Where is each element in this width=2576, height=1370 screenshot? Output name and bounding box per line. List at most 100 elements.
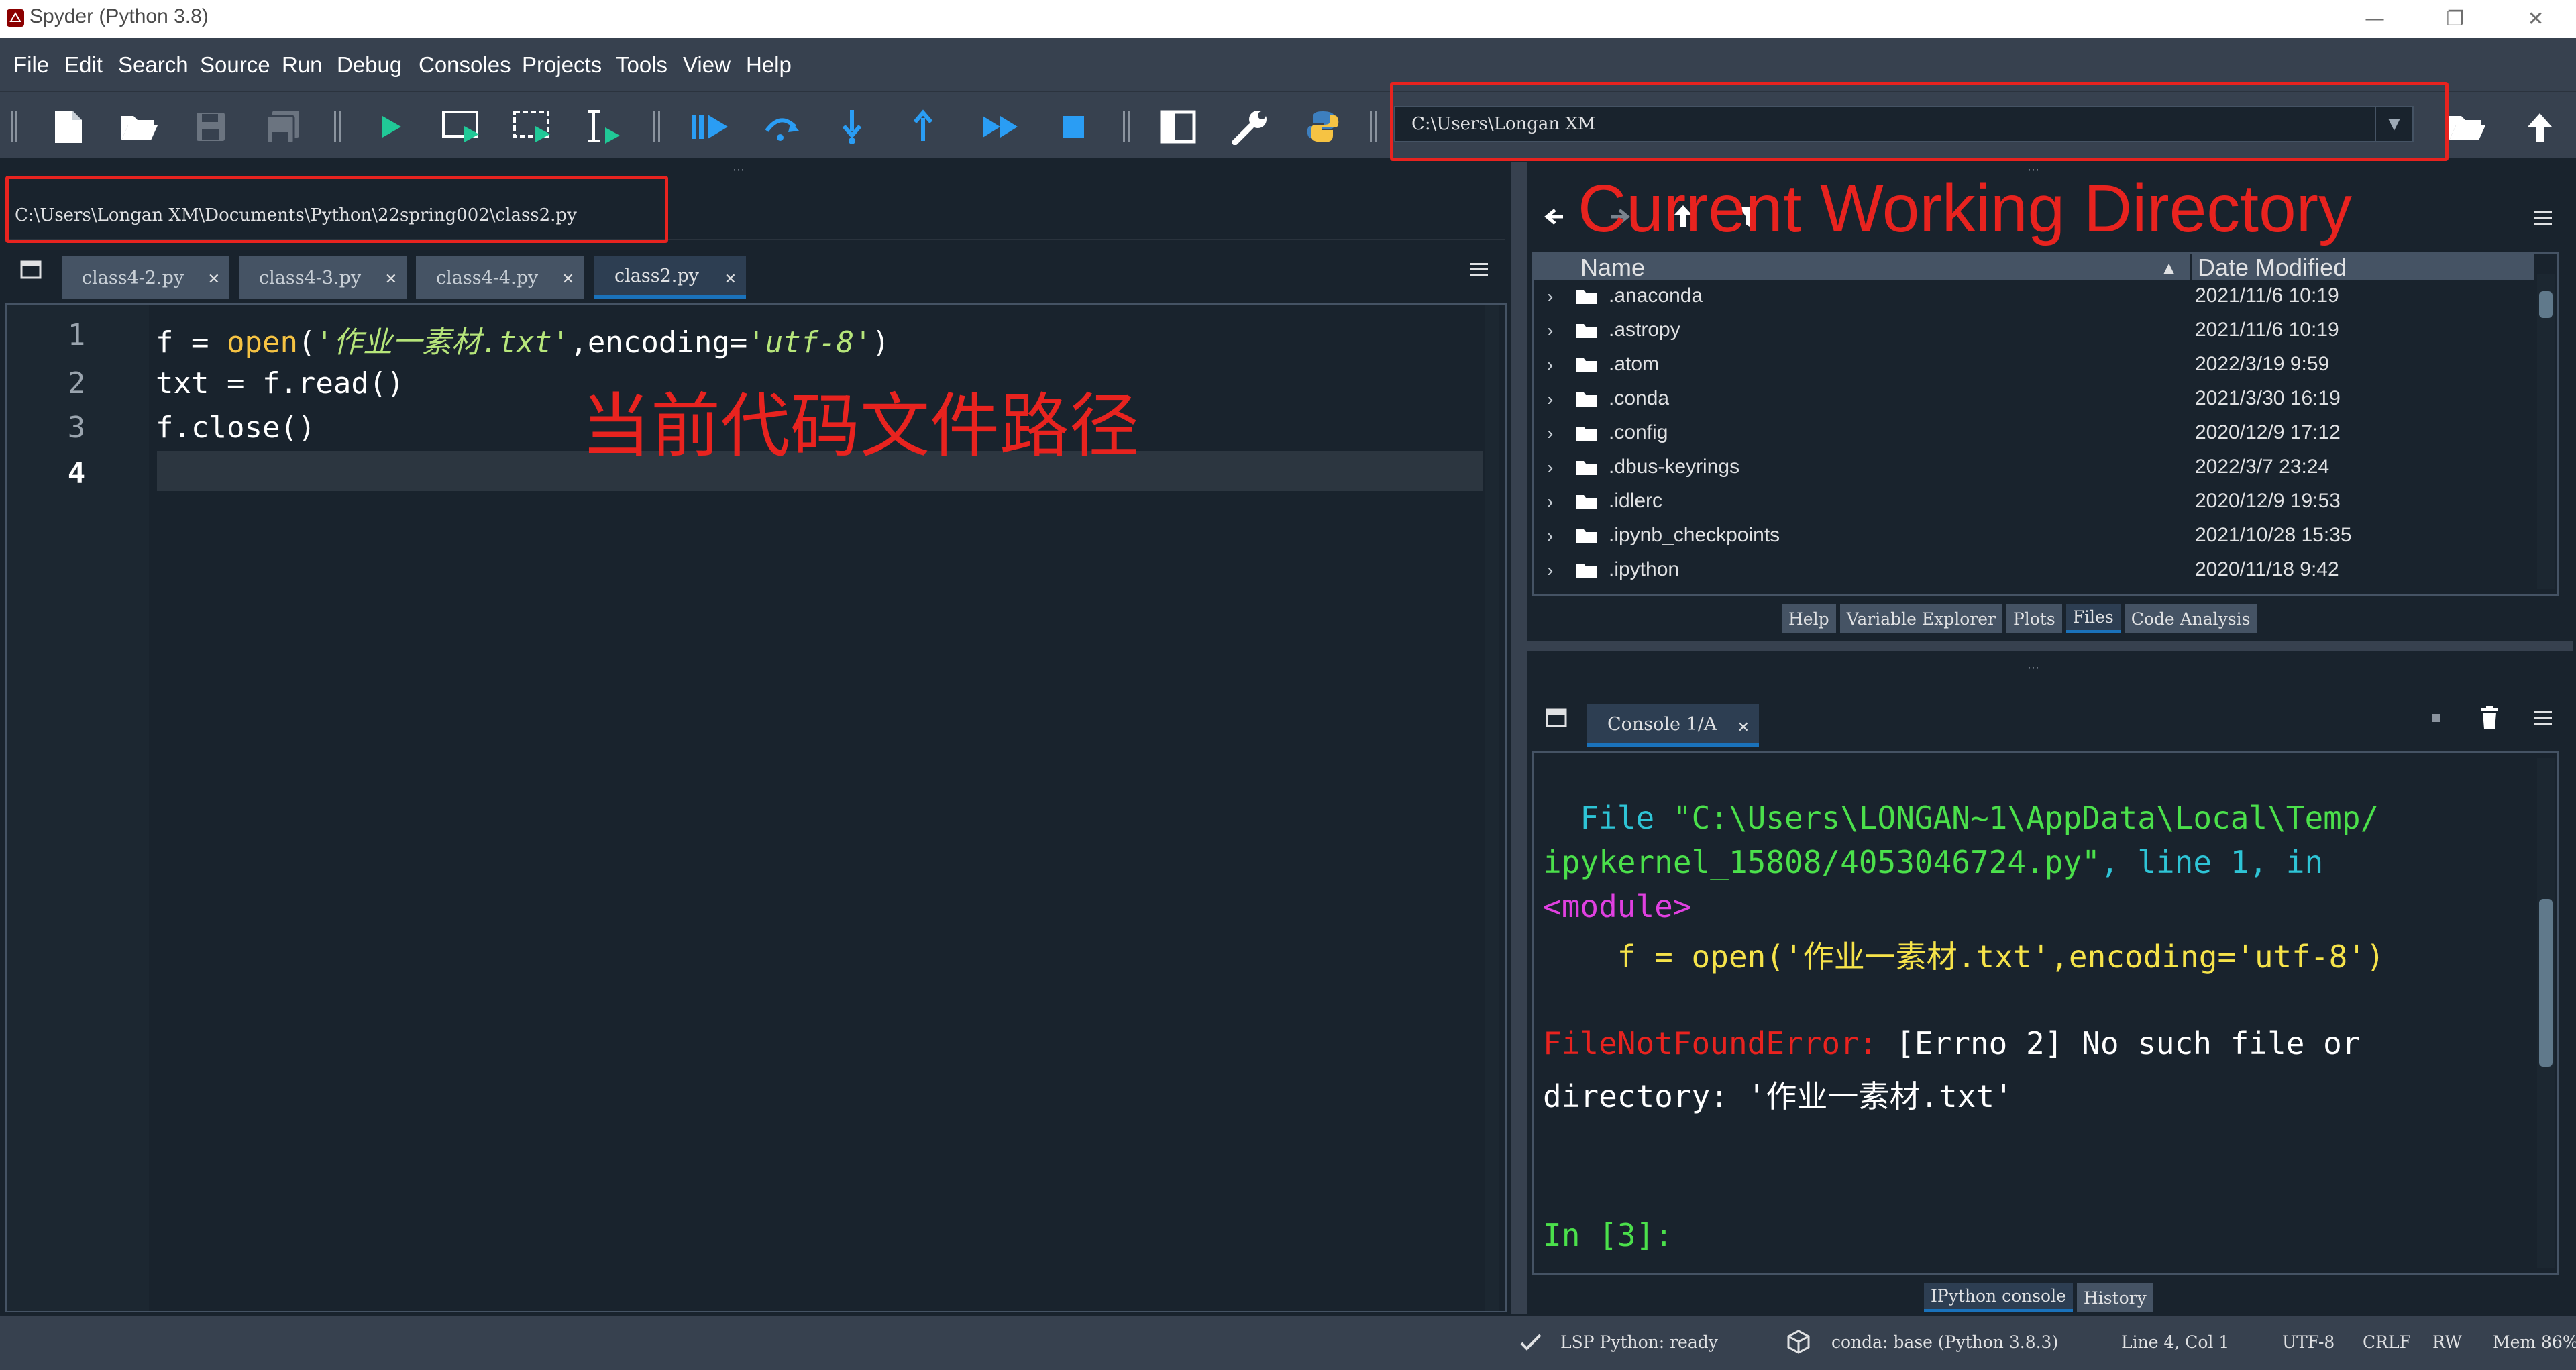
close-tab-icon[interactable]: ✕ (724, 271, 737, 288)
expand-chevron-icon[interactable]: › (1547, 388, 1553, 410)
tab-console-1a[interactable]: Console 1/A ✕ (1587, 704, 1759, 747)
interrupt-kernel-icon[interactable] (2428, 710, 2445, 726)
traceback-line: File "C:\Users\LONGAN~1\AppData\Local\Te… (1543, 800, 2379, 836)
browse-tabs-icon[interactable] (20, 260, 42, 279)
python-path-icon[interactable] (1301, 105, 1344, 148)
open-file-icon[interactable] (118, 105, 161, 148)
expand-chevron-icon[interactable]: › (1547, 320, 1553, 341)
continue-icon[interactable] (979, 105, 1022, 148)
parent-directory-icon[interactable] (2518, 105, 2561, 148)
file-row[interactable]: › .astropy 2021/11/6 10:19 (1534, 315, 2540, 349)
code-line-2[interactable]: txt = f.read() (156, 366, 405, 401)
debug-icon[interactable] (688, 105, 731, 148)
tab-class2[interactable]: class2.py ✕ (594, 256, 746, 299)
browse-tabs-icon[interactable] (1546, 708, 1567, 727)
stop-icon[interactable] (1052, 105, 1095, 148)
file-row[interactable]: › .dbus-keyrings 2022/3/7 23:24 (1534, 452, 2540, 486)
expand-chevron-icon[interactable]: › (1547, 354, 1553, 376)
menu-source[interactable]: Source (200, 52, 270, 78)
console-token: , line 1, in (2100, 844, 2324, 880)
menu-projects[interactable]: Projects (522, 52, 602, 78)
trash-icon[interactable] (2479, 706, 2500, 730)
file-row[interactable]: › .atom 2022/3/19 9:59 (1534, 349, 2540, 383)
tab-plots[interactable]: Plots (2006, 604, 2062, 633)
back-arrow-icon[interactable] (1543, 205, 1566, 228)
file-row[interactable]: › .conda 2021/3/30 16:19 (1534, 383, 2540, 417)
minimize-button[interactable]: — (2348, 3, 2402, 35)
expand-chevron-icon[interactable]: › (1547, 457, 1553, 478)
close-button[interactable]: ✕ (2509, 3, 2563, 35)
files-options-menu-icon[interactable] (2533, 209, 2553, 227)
pane-drag-handle[interactable]: ⋯ (2023, 662, 2043, 674)
menu-tools[interactable]: Tools (616, 52, 667, 78)
expand-chevron-icon[interactable]: › (1547, 525, 1553, 547)
file-row[interactable]: › .idlerc 2020/12/9 19:53 (1534, 486, 2540, 520)
expand-chevron-icon[interactable]: › (1547, 491, 1553, 513)
file-row[interactable]: › .ipython 2020/11/18 9:42 (1534, 554, 2540, 588)
maximize-pane-icon[interactable] (1157, 105, 1199, 148)
files-scrollbar[interactable] (2537, 274, 2555, 589)
step-out-icon[interactable] (902, 105, 945, 148)
cursor-position: Line 4, Col 1 (2121, 1332, 2230, 1352)
close-tab-icon[interactable]: ✕ (1737, 719, 1750, 736)
menu-view[interactable]: View (683, 52, 731, 78)
file-row[interactable]: › .config 2020/12/9 17:12 (1534, 417, 2540, 452)
tab-history[interactable]: History (2076, 1283, 2153, 1312)
conda-env-status[interactable]: conda: base (Python 3.8.3) (1831, 1332, 2058, 1352)
file-row[interactable]: › .anaconda 2021/11/6 10:19 (1534, 280, 2540, 315)
close-tab-icon[interactable]: ✕ (208, 271, 220, 288)
column-header-date[interactable]: Date Modified (2192, 254, 2534, 281)
editor-scrollbar[interactable] (1485, 305, 1499, 1311)
line-number: 1 (67, 318, 86, 352)
file-row[interactable]: › .ipynb_checkpoints 2021/10/28 15:35 (1534, 520, 2540, 554)
tab-variable-explorer[interactable]: Variable Explorer (1839, 604, 2002, 633)
code-line-1[interactable]: f = open('作业一素材.txt',encoding='utf-8') (156, 318, 890, 361)
run-selection-icon[interactable] (582, 105, 625, 148)
tab-class4-3[interactable]: class4-3.py ✕ (239, 256, 407, 299)
run-cell-advance-icon[interactable] (511, 105, 554, 148)
console-prompt[interactable]: In [3]: (1543, 1217, 1673, 1253)
browse-folder-icon[interactable] (2446, 105, 2489, 148)
expand-chevron-icon[interactable]: › (1547, 560, 1553, 581)
step-over-icon[interactable] (759, 105, 802, 148)
save-all-icon[interactable] (262, 105, 305, 148)
console-scrollbar-thumb[interactable] (2539, 899, 2553, 1067)
close-tab-icon[interactable]: ✕ (385, 271, 397, 288)
step-into-icon[interactable] (830, 105, 873, 148)
traceback-code: f = open('作业一素材.txt',encoding='utf-8') (1543, 939, 2385, 975)
new-file-icon[interactable] (47, 105, 90, 148)
file-date: 2021/10/28 15:35 (2195, 524, 2352, 546)
menu-search[interactable]: Search (118, 52, 189, 78)
tab-ipython-console[interactable]: IPython console (1924, 1283, 2073, 1312)
tab-class4-4[interactable]: class4-4.py ✕ (416, 256, 584, 299)
tab-class4-2[interactable]: class4-2.py ✕ (62, 256, 229, 299)
menu-run[interactable]: Run (282, 52, 323, 78)
expand-chevron-icon[interactable]: › (1547, 286, 1553, 307)
restore-button[interactable]: ❐ (2428, 3, 2482, 35)
menu-edit[interactable]: Edit (64, 52, 103, 78)
menu-help[interactable]: Help (746, 52, 792, 78)
editor-options-menu-icon[interactable] (1469, 260, 1489, 279)
run-icon[interactable] (369, 105, 412, 148)
preferences-wrench-icon[interactable] (1229, 105, 1272, 148)
tab-code-analysis[interactable]: Code Analysis (2124, 604, 2257, 633)
expand-chevron-icon[interactable]: › (1547, 423, 1553, 444)
run-cell-icon[interactable] (440, 105, 483, 148)
tab-files[interactable]: Files (2065, 604, 2121, 633)
ipython-console-output[interactable]: File "C:\Users\LONGAN~1\AppData\Local\Te… (1532, 751, 2559, 1275)
close-tab-icon[interactable]: ✕ (562, 271, 574, 288)
file-date: 2020/12/9 17:12 (2195, 421, 2341, 443)
menu-debug[interactable]: Debug (337, 52, 402, 78)
column-header-name[interactable]: Name ▲ (1534, 254, 2190, 281)
vertical-pane-splitter[interactable] (1511, 162, 1527, 1314)
files-scrollbar-thumb[interactable] (2539, 291, 2553, 318)
save-icon[interactable] (189, 105, 232, 148)
menu-file[interactable]: File (13, 52, 49, 78)
console-options-menu-icon[interactable] (2533, 710, 2553, 727)
code-line-3[interactable]: f.close() (156, 411, 315, 445)
pane-drag-handle[interactable]: ⋯ (729, 164, 749, 176)
pane-splitter[interactable] (1527, 641, 2573, 651)
tab-help[interactable]: Help (1782, 604, 1836, 633)
menu-consoles[interactable]: Consoles (419, 52, 511, 78)
console-scrollbar[interactable] (2537, 758, 2555, 1268)
